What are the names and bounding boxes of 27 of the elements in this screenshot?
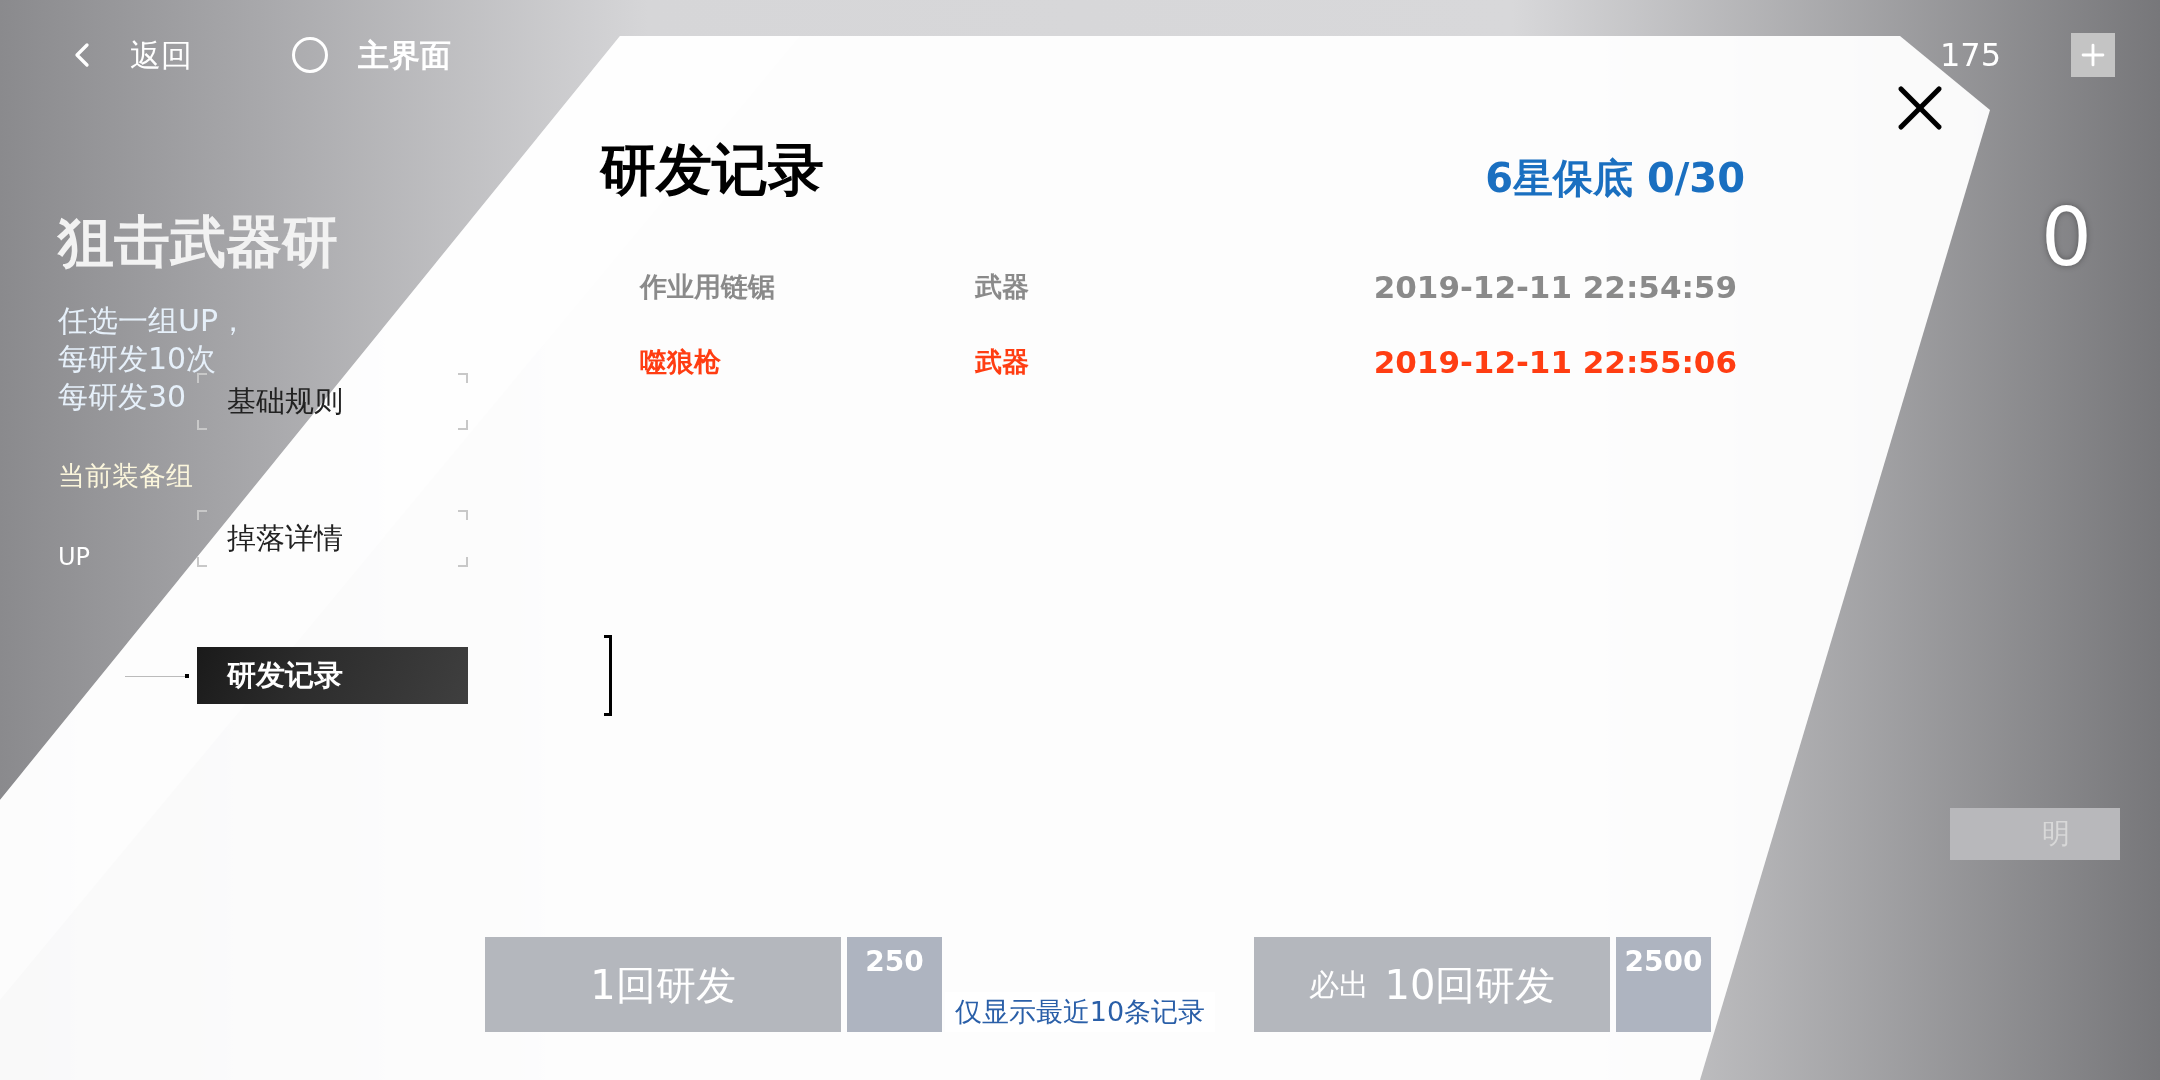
dialog-title: 研发记录 (600, 136, 824, 204)
record-name: 噬狼枪 (640, 345, 722, 380)
description-line: 任选一组UP， (58, 302, 249, 340)
equip-label: 当前装备组 (58, 459, 193, 493)
tab[interactable]: 掉落详情 (197, 510, 468, 567)
pity-counter: 6星保底 0/30 (1485, 154, 1745, 203)
record-time: 2019-12-11 22:55:06 (1373, 343, 1738, 383)
description-line: 每研发30 (58, 378, 187, 416)
back-button[interactable]: 返回 (130, 31, 192, 79)
connector-line (125, 674, 189, 678)
add-button[interactable] (2071, 33, 2115, 77)
tab[interactable]: 研发记录 (197, 647, 468, 704)
counter-value: 0 (2041, 190, 2092, 286)
draw-button[interactable]: 1回研发 (485, 937, 841, 1032)
tab[interactable]: 基础规则 (197, 373, 468, 430)
cost-label: 2500 (1624, 944, 1703, 980)
draw-button[interactable]: 必出 10回研发 (1254, 937, 1610, 1032)
record-time: 2019-12-11 22:54:59 (1373, 268, 1738, 308)
record-name: 作业用链锯 (640, 270, 776, 305)
currency-value: 175 (1939, 35, 2001, 76)
cost-label: 250 (865, 944, 924, 980)
record-type: 武器 (975, 270, 1030, 305)
home-button[interactable]: 主界面 (358, 31, 451, 79)
record-type: 武器 (975, 345, 1030, 380)
up-label: UP (58, 541, 91, 573)
page-title: 狙击武器研 (58, 208, 338, 276)
home-icon[interactable] (292, 37, 328, 73)
